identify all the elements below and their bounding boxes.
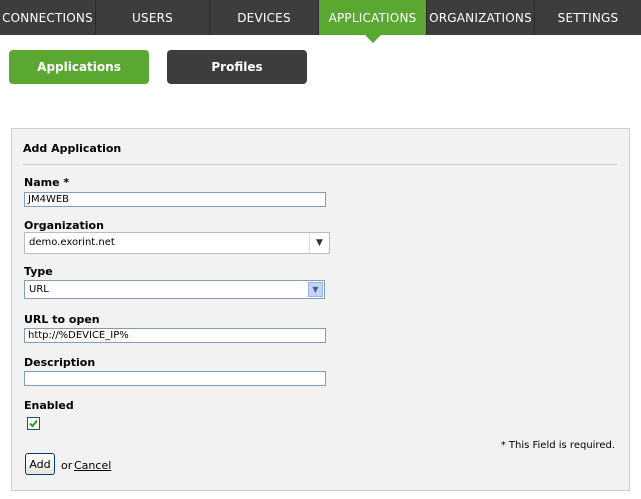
type-select[interactable]: URL ▼ <box>24 280 325 299</box>
tab-settings[interactable]: SETTINGS <box>535 0 641 35</box>
chevron-down-icon[interactable]: ▼ <box>308 282 323 297</box>
tab-label: SETTINGS <box>557 10 619 25</box>
panel-title: Add Application <box>23 142 122 155</box>
tab-label: APPLICATIONS <box>328 10 417 25</box>
profiles-button[interactable]: Profiles <box>167 50 307 84</box>
url-label: URL to open <box>24 313 100 326</box>
name-label: Name * <box>24 176 70 189</box>
top-nav: CONNECTIONS USERS DEVICES APPLICATIONS O… <box>0 0 641 43</box>
divider <box>23 164 617 165</box>
add-button-label: Add <box>29 457 51 471</box>
add-button[interactable]: Add <box>25 453 55 475</box>
enabled-label: Enabled <box>24 399 74 412</box>
checkmark-icon <box>29 419 38 428</box>
description-input[interactable] <box>24 371 326 386</box>
applications-button[interactable]: Applications <box>9 50 149 84</box>
type-label: Type <box>24 265 53 278</box>
cancel-link[interactable]: Cancel <box>74 459 111 472</box>
profiles-button-label: Profiles <box>211 60 263 74</box>
description-label: Description <box>24 356 96 369</box>
organization-value: demo.exorint.net <box>29 237 115 248</box>
or-text: or <box>61 459 73 472</box>
tab-connections[interactable]: CONNECTIONS <box>0 0 96 35</box>
tab-devices[interactable]: DEVICES <box>210 0 319 35</box>
applications-button-label: Applications <box>37 60 121 74</box>
tab-organizations[interactable]: ORGANIZATIONS <box>427 0 535 35</box>
organization-select[interactable]: demo.exorint.net ▼ <box>24 232 330 254</box>
tab-label: USERS <box>132 10 173 25</box>
add-application-panel: Add Application Name * JM4WEB Organizati… <box>11 128 630 491</box>
tab-label: DEVICES <box>237 10 291 25</box>
chevron-down-icon[interactable]: ▼ <box>309 233 329 253</box>
tab-label: CONNECTIONS <box>2 10 93 25</box>
name-input[interactable]: JM4WEB <box>24 192 326 207</box>
enabled-checkbox[interactable] <box>27 417 40 430</box>
tab-label: ORGANIZATIONS <box>429 10 532 25</box>
type-value: URL <box>29 284 49 295</box>
tab-applications[interactable]: APPLICATIONS <box>319 0 427 43</box>
required-note: * This Field is required. <box>500 440 615 451</box>
tab-users[interactable]: USERS <box>96 0 210 35</box>
url-input[interactable]: http://%DEVICE_IP% <box>24 328 326 343</box>
organization-label: Organization <box>24 219 104 232</box>
